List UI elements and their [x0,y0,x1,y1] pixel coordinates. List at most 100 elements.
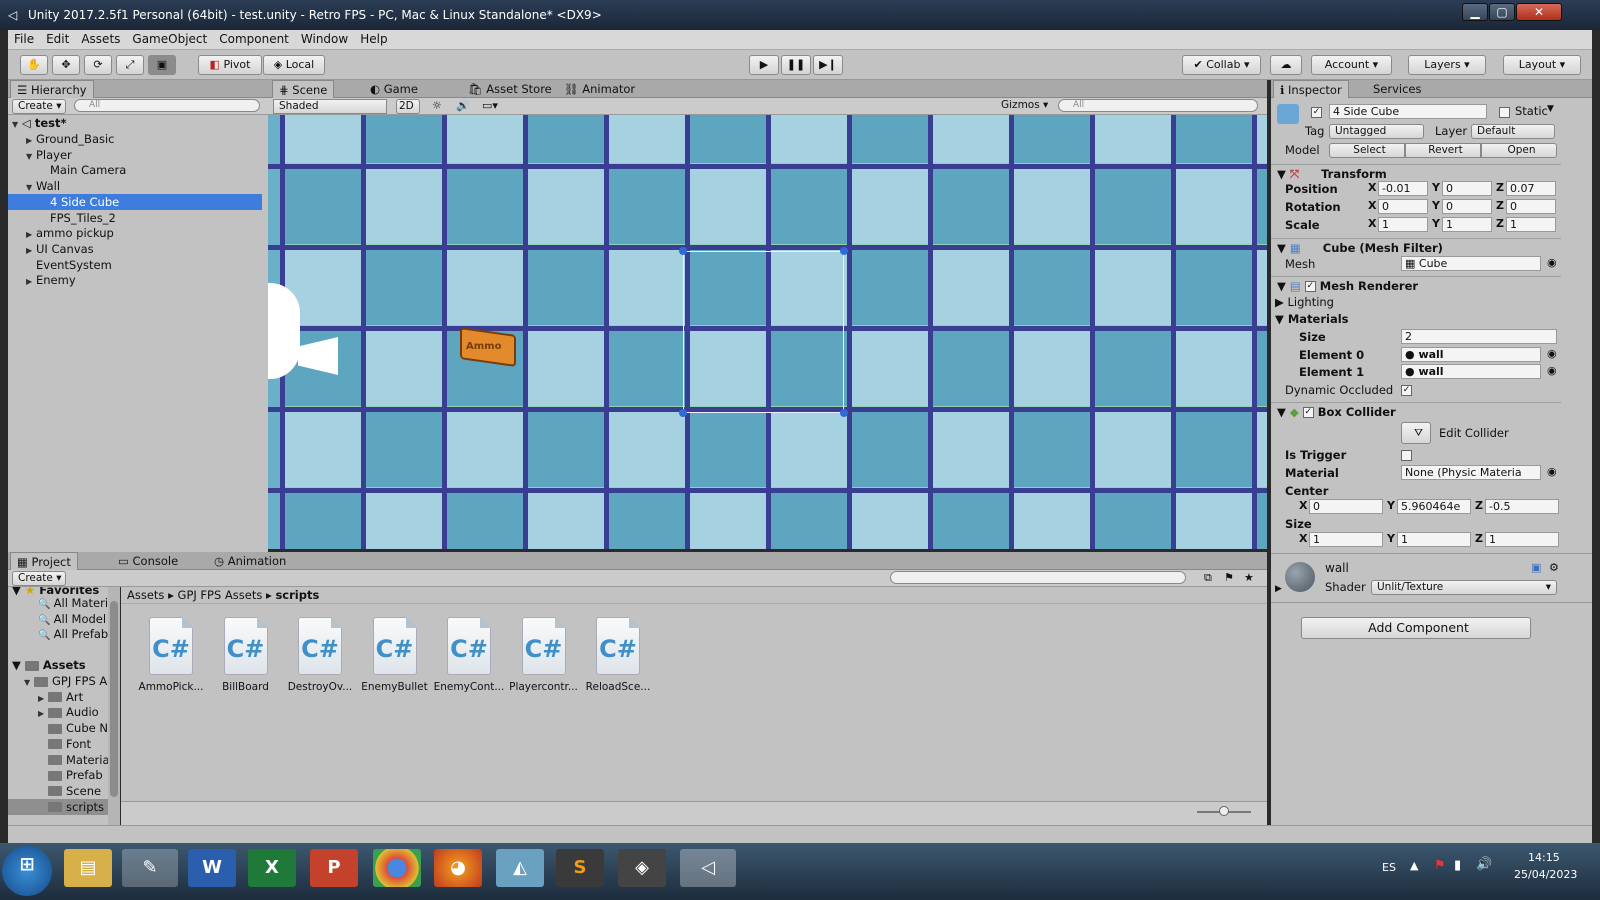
breadcrumb-scripts[interactable]: scripts [275,588,319,602]
hierarchy-item[interactable]: FPS_Tiles_2 [8,210,262,226]
vector-field-x[interactable]: 0 [1378,199,1428,214]
step-button[interactable]: ▶❙ [813,55,843,75]
layout-dropdown[interactable]: Layout ▾ [1503,55,1581,75]
object-picker-icon[interactable]: ◉ [1547,256,1557,269]
move-tool-icon[interactable]: ✥ [52,55,80,75]
pause-button[interactable]: ❚❚ [781,55,811,75]
tab-services[interactable]: Services [1367,80,1428,98]
menu-assets[interactable]: Assets [75,30,126,48]
object-picker-icon[interactable]: ◉ [1547,364,1557,377]
vector-field-x[interactable]: 0 [1309,499,1383,514]
help-icon[interactable]: ▣ [1531,561,1541,574]
active-checkbox[interactable]: ✓ [1311,107,1322,118]
gizmos-dropdown[interactable]: Gizmos ▾ [996,99,1050,114]
tab-animator[interactable]: ⛓ Animator [558,80,641,98]
vector-field-z[interactable]: 0 [1506,199,1556,214]
object-picker-icon[interactable]: ◉ [1547,465,1557,478]
script-asset[interactable]: C# EnemyCont... [432,617,506,693]
tray-arrow-icon[interactable]: ▲ [1410,859,1418,872]
rect-tool-icon[interactable]: ▣ [148,55,176,75]
volume-icon[interactable]: 🔊 [1476,857,1492,872]
menu-file[interactable]: File [8,30,40,48]
hand-tool-icon[interactable]: ✋ [20,55,48,75]
transform-header[interactable]: ▼ ⤧ Transform [1271,164,1561,182]
vector-field-y[interactable]: 1 [1397,532,1471,547]
firefox-icon[interactable]: ◕ [434,849,482,887]
tab-animation[interactable]: ◷ Animation [208,552,292,570]
script-asset[interactable]: C# DestroyOv... [283,617,357,693]
add-component-button[interactable]: Add Component [1301,617,1531,639]
local-toggle[interactable]: ◈ Local [263,55,325,75]
hierarchy-item[interactable]: ▶ Ground_Basic [8,131,262,147]
tab-game[interactable]: ◐ Game [364,80,424,98]
hierarchy-item[interactable]: ▶ ammo pickup [8,225,262,241]
clock-date[interactable]: 25/04/2023 [1514,868,1577,881]
layers-dropdown[interactable]: Layers ▾ [1408,55,1486,75]
gitkraken-icon[interactable]: ◈ [618,849,666,887]
edit-collider-button[interactable]: ⛛ [1401,422,1431,444]
assets-foldout[interactable]: ▼ Assets [12,657,86,673]
folder-tree-item[interactable]: scripts [8,798,120,815]
mesh-field[interactable]: ▦ Cube [1401,256,1541,271]
filter-type-icon[interactable]: ⧉ [1204,571,1212,585]
vector-field-x[interactable]: 1 [1378,217,1428,232]
close-button[interactable]: ✕ [1516,3,1562,21]
tab-project[interactable]: ▦ Project [10,552,78,570]
object-name-field[interactable]: 4 Side Cube [1329,104,1487,119]
lighting-foldout[interactable]: ▶ Lighting [1275,294,1334,311]
explorer-icon[interactable]: ▤ [64,849,112,887]
hierarchy-search-input[interactable]: All [74,99,260,112]
mesh-renderer-header[interactable]: ▼ ▤ ✓ Mesh Renderer [1271,276,1561,294]
project-search-input[interactable] [890,571,1186,584]
sublime-icon[interactable]: S [556,849,604,887]
favorite-item[interactable]: 🔍 All Materi [38,595,108,611]
vector-field-y[interactable]: 0 [1442,199,1492,214]
hierarchy-item[interactable]: Main Camera [8,162,262,178]
hierarchy-item[interactable]: ▼ Player [8,147,262,163]
filter-label-icon[interactable]: ⚑ [1224,571,1234,584]
hierarchy-item[interactable]: ▶ UI Canvas [8,241,262,257]
tree-scrollbar-thumb[interactable] [110,601,118,797]
script-asset[interactable]: C# AmmoPick... [134,617,208,693]
rotate-tool-icon[interactable]: ⟳ [84,55,112,75]
rect-handle-br[interactable] [840,409,848,417]
vector-field-x[interactable]: 1 [1309,532,1383,547]
effects-toggle-icon[interactable]: ▭▾ [482,99,498,112]
script-asset[interactable]: C# EnemyBullet [358,617,432,693]
word-icon[interactable]: W [188,849,236,887]
mesh-renderer-enabled-checkbox[interactable]: ✓ [1304,281,1316,292]
object-picker-icon[interactable]: ◉ [1547,347,1557,360]
chrome-icon[interactable] [373,849,421,887]
tab-scene[interactable]: ⋕ Scene [272,80,335,98]
menu-gameobject[interactable]: GameObject [126,30,213,48]
vector-field-z[interactable]: 1 [1485,532,1559,547]
vector-field-z[interactable]: 1 [1506,217,1556,232]
rect-handle-bl[interactable] [679,409,687,417]
menu-component[interactable]: Component [213,30,295,48]
folder-tree-item[interactable]: Scene [8,783,120,799]
audio-toggle-icon[interactable]: 🔊 [456,99,470,112]
shading-dropdown[interactable]: Shaded [273,99,387,114]
model-open-button[interactable]: Open [1481,143,1557,158]
folder-tree-item[interactable]: Materia [8,752,120,768]
network-icon[interactable]: ▮ [1454,858,1461,873]
element0-field[interactable]: ● wall [1401,347,1541,362]
powerpoint-icon[interactable]: P [310,849,358,887]
tab-hierarchy[interactable]: ☰ Hierarchy [10,80,94,98]
scene-root[interactable]: ▼ ◁ test* [8,115,262,131]
scene-search-input[interactable]: All [1058,99,1258,112]
dynamic-occluded-checkbox[interactable]: ✓ [1401,385,1412,396]
action-center-icon[interactable]: ⚑ [1434,858,1446,873]
is-trigger-checkbox[interactable] [1401,450,1412,461]
project-create-dropdown[interactable]: Create ▾ [12,571,66,586]
model-revert-button[interactable]: Revert [1405,143,1481,158]
menu-edit[interactable]: Edit [40,30,75,48]
cloud-icon[interactable]: ☁ [1270,55,1302,75]
rect-handle-tl[interactable] [679,247,687,255]
selection-rect[interactable] [683,251,844,413]
folder-tree-item[interactable]: ▼ GPJ FPS A [8,673,120,689]
favorite-item[interactable]: 🔍 All Prefab [38,626,108,642]
vector-field-z[interactable]: 0.07 [1506,181,1556,196]
collab-dropdown[interactable]: ✔ Collab ▾ [1182,55,1261,75]
tree-scrollbar[interactable] [108,587,120,825]
